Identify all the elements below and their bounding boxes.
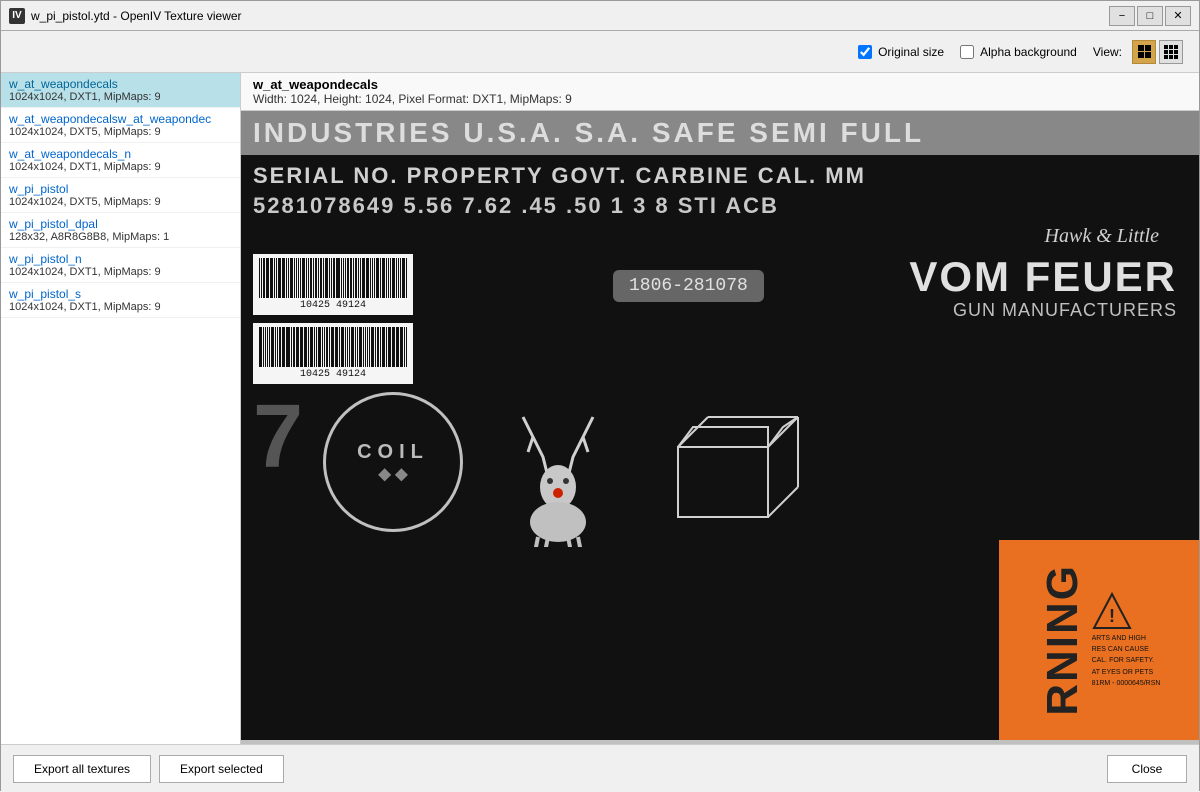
sidebar-item-5[interactable]: w_pi_pistol_n 1024x1024, DXT1, MipMaps: … xyxy=(1,248,240,283)
package-figure xyxy=(653,392,813,532)
large-grid-icon xyxy=(1138,45,1151,58)
deer-svg xyxy=(493,397,623,547)
warning-side-text-3: CAL. FOR SAFETY. xyxy=(1092,656,1161,665)
minimize-button[interactable]: − xyxy=(1109,6,1135,26)
barcode-number-1: 10425 49124 xyxy=(259,300,407,311)
sidebar-item-0[interactable]: w_at_weapondecals 1024x1024, DXT1, MipMa… xyxy=(1,73,240,108)
barcode-1: 10425 49124 xyxy=(253,254,413,315)
sidebar-item-name-4: w_pi_pistol_dpal xyxy=(9,217,232,231)
texture-top-strip: INDUSTRIES U.S.A. S.A. SAFE SEMI FULL xyxy=(241,111,1199,155)
texture-serial-badge: 1806-281078 xyxy=(613,270,764,302)
sidebar-item-3[interactable]: w_pi_pistol 1024x1024, DXT5, MipMaps: 9 xyxy=(1,178,240,213)
sidebar-item-name-1: w_at_weapondecalsw_at_weapondec xyxy=(9,112,232,126)
alpha-bg-label: Alpha background xyxy=(980,45,1077,59)
vom-feuer-title: VOM FEUER xyxy=(825,254,1177,300)
sidebar-item-name-3: w_pi_pistol xyxy=(9,182,232,196)
sidebar-item-info-5: 1024x1024, DXT1, MipMaps: 9 xyxy=(9,266,232,278)
barcode-bars-2 xyxy=(259,327,407,367)
small-grid-icon xyxy=(1164,45,1178,59)
sidebar-item-info-0: 1024x1024, DXT1, MipMaps: 9 xyxy=(9,91,232,103)
sidebar-item-info-1: 1024x1024, DXT5, MipMaps: 9 xyxy=(9,126,232,138)
texture-display: INDUSTRIES U.S.A. S.A. SAFE SEMI FULL SE… xyxy=(241,111,1199,740)
sidebar-item-info-2: 1024x1024, DXT1, MipMaps: 9 xyxy=(9,161,232,173)
warning-side-text-1: ARTS AND HIGH xyxy=(1092,634,1161,643)
sidebar-item-name-0: w_at_weapondecals xyxy=(9,77,232,91)
texture-area: w_at_weapondecals Width: 1024, Height: 1… xyxy=(241,73,1199,744)
sidebar-item-name-5: w_pi_pistol_n xyxy=(9,252,232,266)
texture-vom-feuer: VOM FEUER GUN MANUFACTURERS xyxy=(825,254,1187,321)
title-bar: IV w_pi_pistol.ytd - OpenIV Texture view… xyxy=(1,1,1199,31)
export-selected-button[interactable]: Export selected xyxy=(159,755,284,783)
sidebar-item-info-3: 1024x1024, DXT5, MipMaps: 9 xyxy=(9,196,232,208)
texture-content: INDUSTRIES U.S.A. S.A. SAFE SEMI FULL SE… xyxy=(241,111,1199,740)
warning-bottom-text: 81RM - 0000645/RSN xyxy=(1092,679,1161,688)
coil-logo: COIL ◆ ◆ xyxy=(323,392,463,532)
barcode-2: 10425 49124 xyxy=(253,323,413,384)
view-icons xyxy=(1132,40,1183,64)
original-size-option: Original size xyxy=(858,45,944,59)
coil-text: COIL xyxy=(357,441,429,464)
close-button[interactable]: Close xyxy=(1107,755,1187,783)
sidebar-item-name-2: w_at_weapondecals_n xyxy=(9,147,232,161)
original-size-checkbox[interactable] xyxy=(858,45,872,59)
sidebar-item-4[interactable]: w_pi_pistol_dpal 128x32, A8R8G8B8, MipMa… xyxy=(1,213,240,248)
texture-barcodes: 10425 49124 xyxy=(253,254,413,384)
alpha-bg-checkbox[interactable] xyxy=(960,45,974,59)
warning-rning-text: RNING xyxy=(1038,564,1088,716)
sidebar-item-6[interactable]: w_pi_pistol_s 1024x1024, DXT1, MipMaps: … xyxy=(1,283,240,318)
texture-details: Width: 1024, Height: 1024, Pixel Format:… xyxy=(253,92,1187,106)
warning-triangle-icon: ! xyxy=(1092,592,1132,632)
texture-number-7: 7 xyxy=(253,392,303,482)
texture-bottom-section: 7 COIL ◆ ◆ xyxy=(241,388,1199,556)
bottom-left-buttons: Export all textures Export selected xyxy=(13,755,284,783)
texture-info-bar: w_at_weapondecals Width: 1024, Height: 1… xyxy=(241,73,1199,111)
sidebar-item-info-4: 128x32, A8R8G8B8, MipMaps: 1 xyxy=(9,231,232,243)
app-icon: IV xyxy=(9,8,25,24)
barcode-bars-1 xyxy=(259,258,407,298)
view-large-button[interactable] xyxy=(1132,40,1156,64)
view-option: View: xyxy=(1093,40,1183,64)
main-area: w_at_weapondecals 1024x1024, DXT1, MipMa… xyxy=(1,73,1199,744)
window-controls: − □ ✕ xyxy=(1109,6,1191,26)
toolbar: Original size Alpha background View: xyxy=(1,31,1199,73)
texture-hawk-row: Hawk & Little xyxy=(241,223,1199,250)
warning-block: RNING ! ARTS AND HIGH RES CAN CAUSE CAL.… xyxy=(999,540,1199,740)
sidebar-item-name-6: w_pi_pistol_s xyxy=(9,287,232,301)
view-label: View: xyxy=(1093,45,1122,59)
sidebar: w_at_weapondecals 1024x1024, DXT1, MipMa… xyxy=(1,73,241,744)
original-size-label: Original size xyxy=(878,45,944,59)
sidebar-item-info-6: 1024x1024, DXT1, MipMaps: 9 xyxy=(9,301,232,313)
texture-middle-section: 10425 49124 xyxy=(241,250,1199,388)
export-all-button[interactable]: Export all textures xyxy=(13,755,151,783)
deer-figure xyxy=(483,392,633,552)
vom-feuer-sub: GUN MANUFACTURERS xyxy=(825,300,1177,321)
bottom-bar: Export all textures Export selected Clos… xyxy=(1,744,1199,792)
restore-button[interactable]: □ xyxy=(1137,6,1163,26)
barcode-number-2: 10425 49124 xyxy=(259,369,407,380)
warning-side-text-2: RES CAN CAUSE xyxy=(1092,645,1161,654)
package-svg xyxy=(658,397,808,527)
texture-serial-row: SERIAL NO. PROPERTY GOVT. CARBINE CAL. M… xyxy=(241,155,1199,191)
sidebar-item-2[interactable]: w_at_weapondecals_n 1024x1024, DXT1, Mip… xyxy=(1,143,240,178)
view-small-button[interactable] xyxy=(1159,40,1183,64)
window-close-button[interactable]: ✕ xyxy=(1165,6,1191,26)
sidebar-item-1[interactable]: w_at_weapondecalsw_at_weapondec 1024x102… xyxy=(1,108,240,143)
texture-numbers-row: 5281078649 5.56 7.62 .45 .50 1 3 8 STI A… xyxy=(241,191,1199,223)
svg-text:!: ! xyxy=(1109,606,1115,626)
texture-name: w_at_weapondecals xyxy=(253,77,1187,92)
window-title: w_pi_pistol.ytd - OpenIV Texture viewer xyxy=(31,9,242,23)
alpha-bg-option: Alpha background xyxy=(960,45,1077,59)
warning-side-text-4: AT EYES OR PETS xyxy=(1092,668,1161,677)
